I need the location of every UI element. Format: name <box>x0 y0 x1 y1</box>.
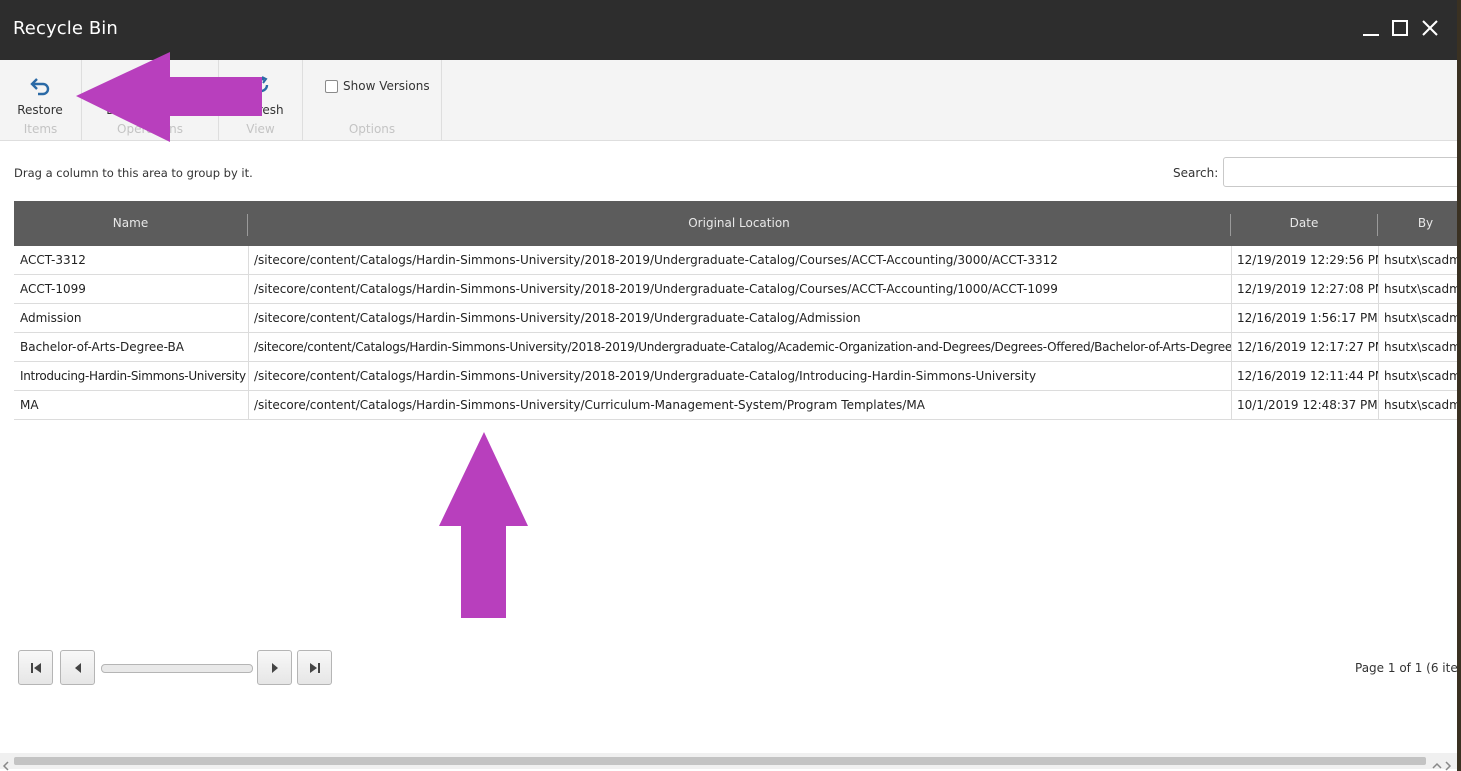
cell-date: 12/16/2019 12:11:44 PM <box>1237 369 1378 383</box>
cell-name: MA <box>20 398 39 412</box>
cell-original-location: /sitecore/content/Catalogs/Hardin-Simmon… <box>254 369 1037 383</box>
restore-button[interactable]: Restore <box>10 74 70 117</box>
minimize-icon[interactable] <box>1360 18 1382 40</box>
page-info: Page 1 of 1 (6 items) <box>1355 661 1457 675</box>
search-input[interactable] <box>1223 157 1457 187</box>
cell-original-location: /sitecore/content/Catalogs/Hardin-Simmon… <box>254 311 861 325</box>
column-header-name[interactable]: Name <box>14 201 247 246</box>
table-row[interactable]: Admission /sitecore/content/Catalogs/Har… <box>14 304 1457 333</box>
table-row[interactable]: Introducing-Hardin-Simmons-University /s… <box>14 362 1457 391</box>
first-page-icon <box>30 662 41 673</box>
cell-by: hsutx\scadmin <box>1384 282 1457 296</box>
cell-by: hsutx\scadmin <box>1384 369 1457 383</box>
cell-date: 12/19/2019 12:27:08 PM <box>1237 282 1378 296</box>
last-page-button[interactable] <box>297 650 332 685</box>
cell-name: Introducing-Hardin-Simmons-University <box>20 369 246 383</box>
annotation-arrow-left-icon <box>76 52 262 142</box>
maximize-icon[interactable] <box>1389 18 1411 40</box>
recycle-bin-window: Recycle Bin Restore Items View Show Vers… <box>0 0 1457 771</box>
cell-date: 12/19/2019 12:29:56 PM <box>1237 253 1378 267</box>
page-slider[interactable] <box>101 664 253 673</box>
column-header-date[interactable]: Date <box>1231 201 1377 246</box>
cell-original-location: /sitecore/content/Catalogs/Hardin-Simmon… <box>254 253 1058 267</box>
search-label: Search: <box>1173 166 1219 180</box>
title-bar: Recycle Bin <box>0 0 1457 60</box>
window-title: Recycle Bin <box>13 18 118 39</box>
chevron-right-icon <box>271 662 278 673</box>
table-row[interactable]: ACCT-1099 /sitecore/content/Catalogs/Har… <box>14 275 1457 304</box>
ribbon-group-options: Show Versions Options <box>303 60 442 140</box>
next-page-button[interactable] <box>257 650 292 685</box>
background-edge <box>1457 0 1461 771</box>
table-row[interactable]: Bachelor-of-Arts-Degree-BA /sitecore/con… <box>14 333 1457 362</box>
cell-by: hsutx\scadmin <box>1384 311 1457 325</box>
table-row[interactable]: ACCT-3312 /sitecore/content/Catalogs/Har… <box>14 246 1457 275</box>
cell-original-location: /sitecore/content/Catalogs/Hardin-Simmon… <box>254 282 1058 296</box>
horizontal-scrollbar[interactable] <box>0 753 1457 771</box>
show-versions-toggle[interactable]: Show Versions <box>325 79 430 93</box>
cell-original-location: /sitecore/content/Catalogs/Hardin-Simmon… <box>254 398 925 412</box>
scroll-up-icon[interactable] <box>1432 756 1442 771</box>
cell-name: Bachelor-of-Arts-Degree-BA <box>20 340 184 354</box>
table-row[interactable]: MA /sitecore/content/Catalogs/Hardin-Sim… <box>14 391 1457 420</box>
chevron-left-icon <box>74 662 81 673</box>
group-label-options: Options <box>348 122 396 136</box>
undo-icon <box>10 74 70 99</box>
cell-name: ACCT-3312 <box>20 253 86 267</box>
last-page-icon <box>309 662 320 673</box>
scroll-left-icon[interactable] <box>2 756 10 771</box>
cell-original-location: /sitecore/content/Catalogs/Hardin-Simmon… <box>254 340 1231 354</box>
restore-label: Restore <box>17 103 63 117</box>
cell-by: hsutx\scadmin <box>1384 340 1457 354</box>
column-header-by[interactable]: By <box>1378 201 1457 246</box>
cell-by: hsutx\scadmin <box>1384 253 1457 267</box>
cell-name: Admission <box>20 311 82 325</box>
group-label-items: Items <box>23 122 58 136</box>
first-page-button[interactable] <box>18 650 53 685</box>
scroll-right-icon[interactable] <box>1444 756 1452 771</box>
cell-name: ACCT-1099 <box>20 282 86 296</box>
prev-page-button[interactable] <box>60 650 95 685</box>
recycle-bin-grid: Name Original Location Date By ACCT-3312… <box>14 201 1457 420</box>
close-icon[interactable] <box>1419 18 1441 40</box>
scrollbar-thumb[interactable] <box>14 757 1426 765</box>
annotation-arrow-up-icon <box>439 432 528 618</box>
show-versions-checkbox[interactable] <box>325 79 338 93</box>
column-header-original-location[interactable]: Original Location <box>248 201 1230 246</box>
group-by-hint: Drag a column to this area to group by i… <box>14 166 253 180</box>
grid-header: Name Original Location Date By <box>14 201 1457 246</box>
show-versions-label: Show Versions <box>343 79 430 93</box>
ribbon-group-items: Restore Items <box>0 60 82 140</box>
cell-by: hsutx\scadmin <box>1384 398 1457 412</box>
cell-date: 12/16/2019 1:56:17 PM <box>1237 311 1378 325</box>
cell-date: 10/1/2019 12:48:37 PM <box>1237 398 1378 412</box>
cell-date: 12/16/2019 12:17:27 PM <box>1237 340 1378 354</box>
